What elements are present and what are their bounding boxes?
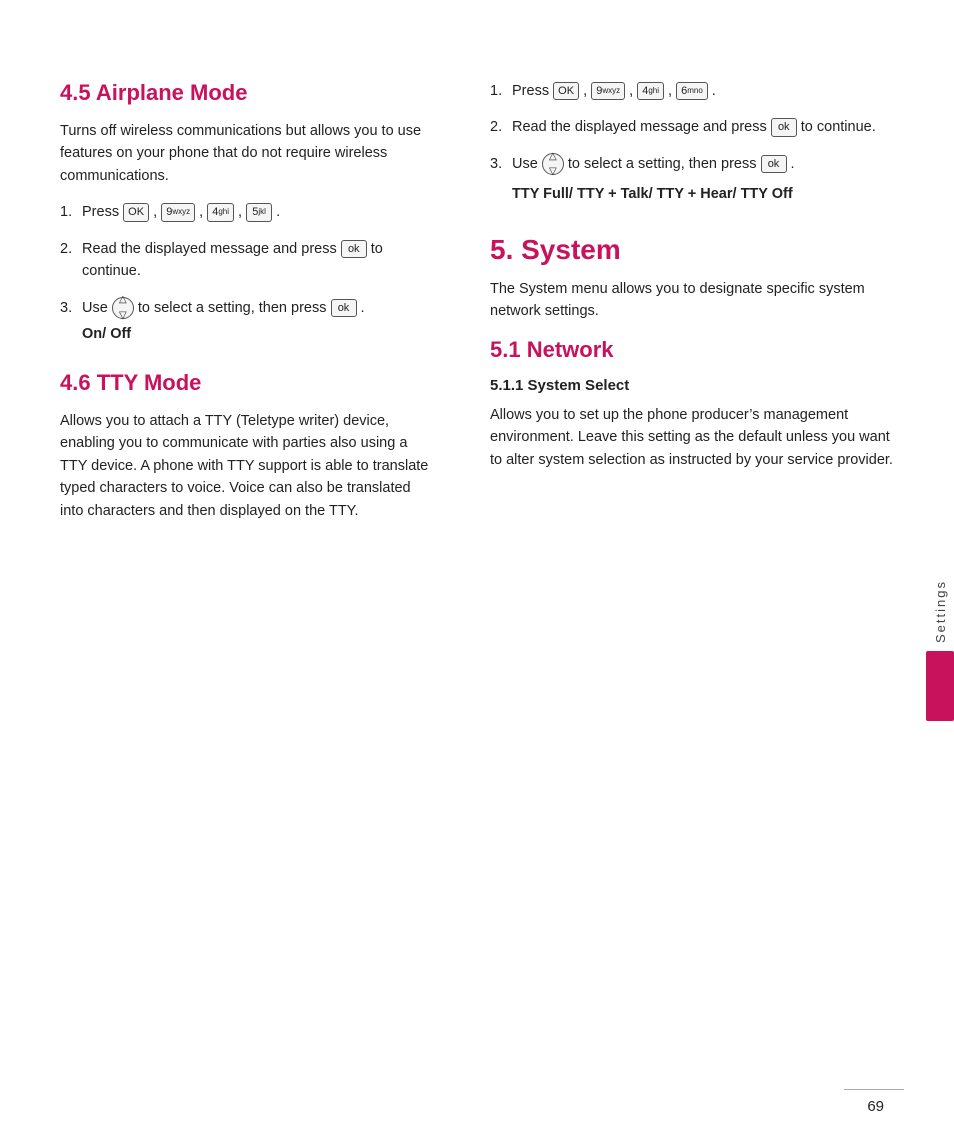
section-5-description: The System menu allows you to designate … xyxy=(490,278,894,323)
section-51-title: 5.1 Network xyxy=(490,337,894,363)
step-1-left: 1. Press OK , 9wxyz , 4ghi , 5jkl . xyxy=(60,201,430,223)
step-num-1-right: 1. xyxy=(490,80,512,102)
section-46-description: Allows you to attach a TTY (Teletype wri… xyxy=(60,410,430,522)
sidebar-bar xyxy=(926,651,954,721)
key-ok-r3: ok xyxy=(761,155,787,173)
key-5jkl-1: 5jkl xyxy=(246,203,272,221)
page-number: 69 xyxy=(867,1098,884,1115)
section-46-title: 4.6 TTY Mode xyxy=(60,370,430,396)
key-4ghi-1: 4ghi xyxy=(207,203,234,221)
step-3-left: 3. Use △▽ to select a setting, then pres… xyxy=(60,297,430,346)
section-45-description: Turns off wireless communications but al… xyxy=(60,120,430,187)
key-9wxyz-r1: 9wxyz xyxy=(591,82,625,100)
step-3-right: 3. Use △▽ to select a setting, then pres… xyxy=(490,153,894,206)
section-5-title: 5. System xyxy=(490,234,894,266)
step-num-3-right: 3. xyxy=(490,153,512,206)
tty-options: TTY Full/ TTY + Talk/ TTY + Hear/ TTY Of… xyxy=(512,183,894,205)
divider xyxy=(844,1089,904,1091)
sidebar-label-text: Settings xyxy=(933,580,948,643)
key-ok-1: OK xyxy=(123,203,149,221)
key-ok-3: ok xyxy=(331,299,357,317)
step-2-left: 2. Read the displayed message and press … xyxy=(60,238,430,283)
nav-icon-1: △▽ xyxy=(112,297,134,319)
key-ok-r1: OK xyxy=(553,82,579,100)
step-3-options-left: On/ Off xyxy=(82,323,430,345)
step-1-right: 1. Press OK , 9wxyz , 4ghi , 6mno . xyxy=(490,80,894,102)
key-6mno-r1: 6mno xyxy=(676,82,708,100)
key-ok-2: ok xyxy=(341,240,367,258)
sidebar: Settings xyxy=(926,580,954,721)
section-45-title: 4.5 Airplane Mode xyxy=(60,80,430,106)
key-9wxyz-1: 9wxyz xyxy=(161,203,195,221)
key-4ghi-r1: 4ghi xyxy=(637,82,664,100)
section-511-description: Allows you to set up the phone producer’… xyxy=(490,404,894,471)
section-511-title: 5.1.1 System Select xyxy=(490,377,894,394)
step-num-3-left: 3. xyxy=(60,297,82,346)
step-num-1-left: 1. xyxy=(60,201,82,223)
step-num-2-left: 2. xyxy=(60,238,82,283)
step-2-right: 2. Read the displayed message and press … xyxy=(490,116,894,138)
nav-icon-r1: △▽ xyxy=(542,153,564,175)
step-num-2-right: 2. xyxy=(490,116,512,138)
key-ok-r2: ok xyxy=(771,118,797,136)
